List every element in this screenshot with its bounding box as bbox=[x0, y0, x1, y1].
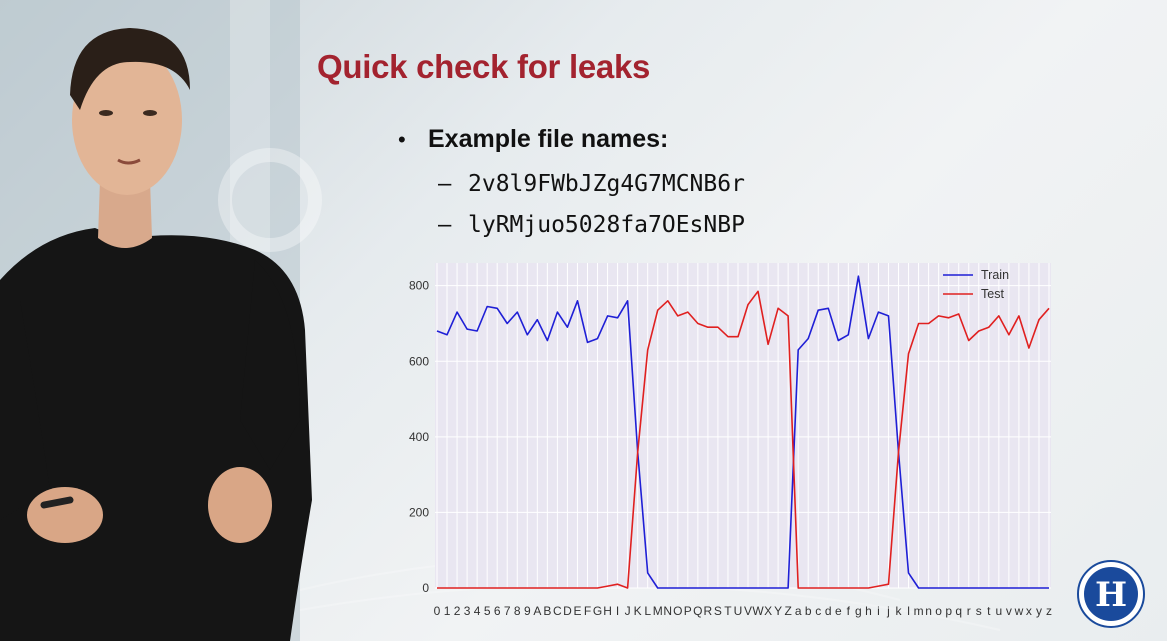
x-tick-label: o bbox=[935, 604, 942, 618]
x-tick-label: 7 bbox=[504, 604, 511, 618]
legend-label: Train bbox=[981, 268, 1009, 282]
x-tick-label: m bbox=[914, 604, 924, 618]
x-tick-label: w bbox=[1014, 604, 1024, 618]
x-tick-label: x bbox=[1026, 604, 1032, 618]
x-tick-label: 3 bbox=[464, 604, 471, 618]
x-tick-label: I bbox=[616, 604, 619, 618]
x-tick-label: V bbox=[744, 604, 752, 618]
plot-area: 02004006008000 1 2 3 4 5 6 7 8 9 A B C D E F G H I J K L M N O P Q… bbox=[409, 263, 1052, 618]
x-tick-label: a bbox=[795, 604, 802, 618]
y-tick-label: 400 bbox=[409, 430, 429, 444]
x-tick-label: B bbox=[543, 604, 551, 618]
x-tick-label: S bbox=[714, 604, 722, 618]
x-tick-label: 5 bbox=[484, 604, 491, 618]
x-tick-label: z bbox=[1046, 604, 1052, 618]
x-tick-label: k bbox=[896, 604, 903, 618]
y-tick-label: 600 bbox=[409, 354, 429, 368]
x-tick-label: J bbox=[625, 604, 631, 618]
x-tick-label: L bbox=[644, 604, 651, 618]
x-tick-label: D bbox=[563, 604, 572, 618]
x-tick-label: Q bbox=[693, 604, 702, 618]
svg-text:Н: Н bbox=[1095, 575, 1127, 615]
sub-bullet-dash: – bbox=[438, 211, 452, 238]
x-tick-label: i bbox=[877, 604, 880, 618]
x-tick-label: c bbox=[815, 604, 821, 618]
bullet-marker: • bbox=[398, 126, 406, 152]
presenter-video bbox=[0, 28, 312, 641]
x-tick-label: e bbox=[835, 604, 842, 618]
x-tick-label: F bbox=[584, 604, 591, 618]
x-tick-label: f bbox=[847, 604, 851, 618]
x-tick-label: 4 bbox=[474, 604, 481, 618]
x-tick-label: O bbox=[673, 604, 682, 618]
x-tick-label: C bbox=[553, 604, 562, 618]
x-tick-label: s bbox=[976, 604, 982, 618]
x-tick-label: A bbox=[533, 604, 541, 618]
sub-bullet-item: – lyRMjuo5028fa7OEsNBP bbox=[438, 211, 745, 239]
x-tick-label: K bbox=[634, 604, 642, 618]
x-tick-label: p bbox=[945, 604, 952, 618]
x-tick-label: Y bbox=[774, 604, 782, 618]
x-tick-label: 0 bbox=[434, 604, 441, 618]
slide-title: Quick check for leaks bbox=[317, 48, 651, 85]
x-tick-label: X bbox=[764, 604, 772, 618]
x-tick-label: H bbox=[603, 604, 612, 618]
x-tick-label: 8 bbox=[514, 604, 521, 618]
x-tick-label: P bbox=[684, 604, 692, 618]
hse-university-logo: Н bbox=[1077, 560, 1145, 628]
bullet-item: • Example file names: bbox=[398, 125, 668, 154]
x-tick-label: u bbox=[995, 604, 1002, 618]
y-tick-label: 0 bbox=[422, 581, 429, 595]
x-tick-label: 9 bbox=[524, 604, 531, 618]
x-tick-label: R bbox=[704, 604, 713, 618]
legend-label: Test bbox=[981, 287, 1004, 301]
sub-bullet-dash: – bbox=[438, 170, 452, 197]
x-tick-label: d bbox=[825, 604, 832, 618]
x-tick-label: t bbox=[987, 604, 991, 618]
x-tick-label: N bbox=[663, 604, 672, 618]
x-tick-label: y bbox=[1036, 604, 1042, 618]
x-tick-label: Z bbox=[784, 604, 791, 618]
x-tick-label: T bbox=[724, 604, 732, 618]
x-tick-label: j bbox=[886, 604, 890, 618]
file-name: lyRMjuo5028fa7OEsNBP bbox=[468, 212, 745, 238]
x-tick-label: 2 bbox=[454, 604, 461, 618]
x-tick-label: U bbox=[734, 604, 743, 618]
x-tick-label: v bbox=[1006, 604, 1012, 618]
sub-bullet-item: – 2v8l9FWbJZg4G7MCNB6r bbox=[438, 170, 745, 198]
x-tick-label: h bbox=[865, 604, 872, 618]
x-tick-label: g bbox=[855, 604, 862, 618]
x-tick-label: l bbox=[907, 604, 910, 618]
x-tick-label: n bbox=[925, 604, 932, 618]
file-name: 2v8l9FWbJZg4G7MCNB6r bbox=[468, 171, 745, 197]
x-tick-label: 6 bbox=[494, 604, 501, 618]
train-test-chart: 02004006008000 1 2 3 4 5 6 7 8 9 A B C D E F G H I J K L M N O P Q… bbox=[409, 263, 1052, 618]
x-tick-label: b bbox=[805, 604, 812, 618]
x-tick-label: E bbox=[573, 604, 581, 618]
x-tick-label: 1 bbox=[444, 604, 451, 618]
x-tick-label: r bbox=[967, 604, 971, 618]
y-tick-label: 200 bbox=[409, 505, 429, 519]
bullet-text: Example file names: bbox=[428, 125, 669, 153]
x-tick-label: M bbox=[653, 604, 663, 618]
x-tick-label: W bbox=[752, 604, 764, 618]
y-tick-label: 800 bbox=[409, 279, 429, 293]
x-tick-label: q bbox=[955, 604, 962, 618]
x-tick-label: G bbox=[593, 604, 602, 618]
